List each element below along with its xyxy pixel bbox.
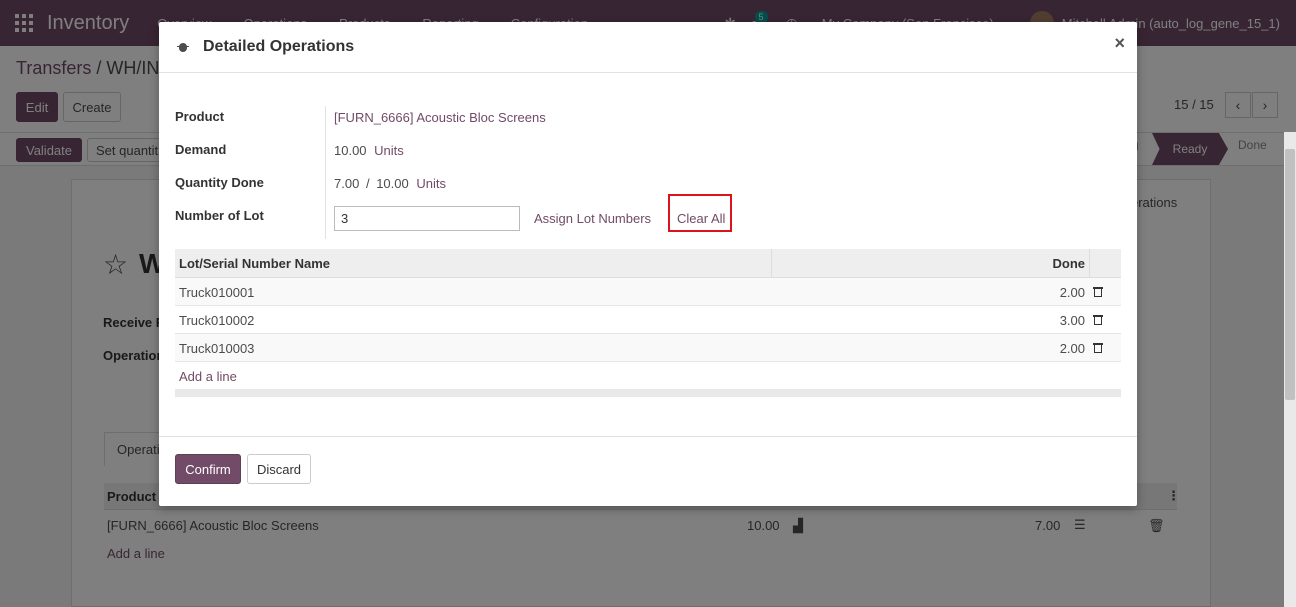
field-divider: [325, 106, 326, 239]
product-label: Product: [175, 109, 225, 124]
assign-lot-numbers-button[interactable]: Assign Lot Numbers: [534, 211, 651, 226]
number-of-lot-label: Number of Lot: [175, 208, 264, 223]
column-resize-handle[interactable]: [1089, 249, 1090, 278]
table-row[interactable]: Truck010003 2.00: [175, 334, 1121, 362]
lot-name-cell[interactable]: Truck010001: [179, 285, 254, 300]
table-row[interactable]: Truck010001 2.00: [175, 278, 1121, 306]
number-of-lot-input[interactable]: 3: [334, 206, 520, 231]
column-resize-handle[interactable]: [771, 249, 772, 278]
close-icon[interactable]: ×: [1114, 33, 1125, 54]
quantity-done-separator: /: [365, 176, 370, 191]
col-done[interactable]: Done: [1053, 256, 1086, 271]
bug-icon: [177, 41, 189, 53]
scrollbar-thumb[interactable]: [1285, 149, 1295, 400]
demand-value-group: 10.00 Units: [334, 143, 404, 158]
lot-done-cell[interactable]: 2.00: [1060, 285, 1085, 300]
demand-label: Demand: [175, 142, 227, 157]
detailed-operations-dialog: Detailed Operations × Product [FURN_6666…: [159, 22, 1137, 506]
quantity-done-total: 10.00: [376, 176, 409, 191]
number-of-lot-value: 3: [341, 211, 349, 226]
lot-done-cell[interactable]: 3.00: [1060, 313, 1085, 328]
trash-icon[interactable]: [1093, 342, 1103, 354]
quantity-done-value: 7.00: [334, 176, 360, 191]
table-footer: [175, 389, 1121, 397]
confirm-button[interactable]: Confirm: [175, 454, 241, 484]
discard-button[interactable]: Discard: [247, 454, 311, 484]
clear-all-button[interactable]: Clear All: [677, 211, 725, 226]
quantity-done-unit-link[interactable]: Units: [416, 176, 446, 191]
lot-name-cell[interactable]: Truck010002: [179, 313, 254, 328]
quantity-done-group: 7.00 / 10.00 Units: [334, 176, 446, 191]
trash-icon[interactable]: [1093, 286, 1103, 298]
lot-done-cell[interactable]: 2.00: [1060, 341, 1085, 356]
dialog-footer: Confirm Discard: [159, 436, 1137, 506]
quantity-done-label: Quantity Done: [175, 175, 264, 190]
demand-unit-link[interactable]: Units: [374, 143, 404, 158]
trash-icon[interactable]: [1093, 314, 1103, 326]
table-header: Lot/Serial Number Name Done: [175, 249, 1121, 278]
add-a-line-link[interactable]: Add a line: [179, 369, 237, 384]
col-lot-serial-name[interactable]: Lot/Serial Number Name: [179, 256, 330, 271]
demand-value: 10.00: [334, 143, 367, 158]
lot-serial-table: Lot/Serial Number Name Done Truck010001 …: [175, 249, 1121, 397]
dialog-header: Detailed Operations ×: [159, 22, 1137, 73]
dialog-title: Detailed Operations: [203, 38, 355, 55]
lot-name-cell[interactable]: Truck010003: [179, 341, 254, 356]
product-link[interactable]: [FURN_6666] Acoustic Bloc Screens: [334, 110, 546, 125]
table-row[interactable]: Truck010002 3.00: [175, 306, 1121, 334]
